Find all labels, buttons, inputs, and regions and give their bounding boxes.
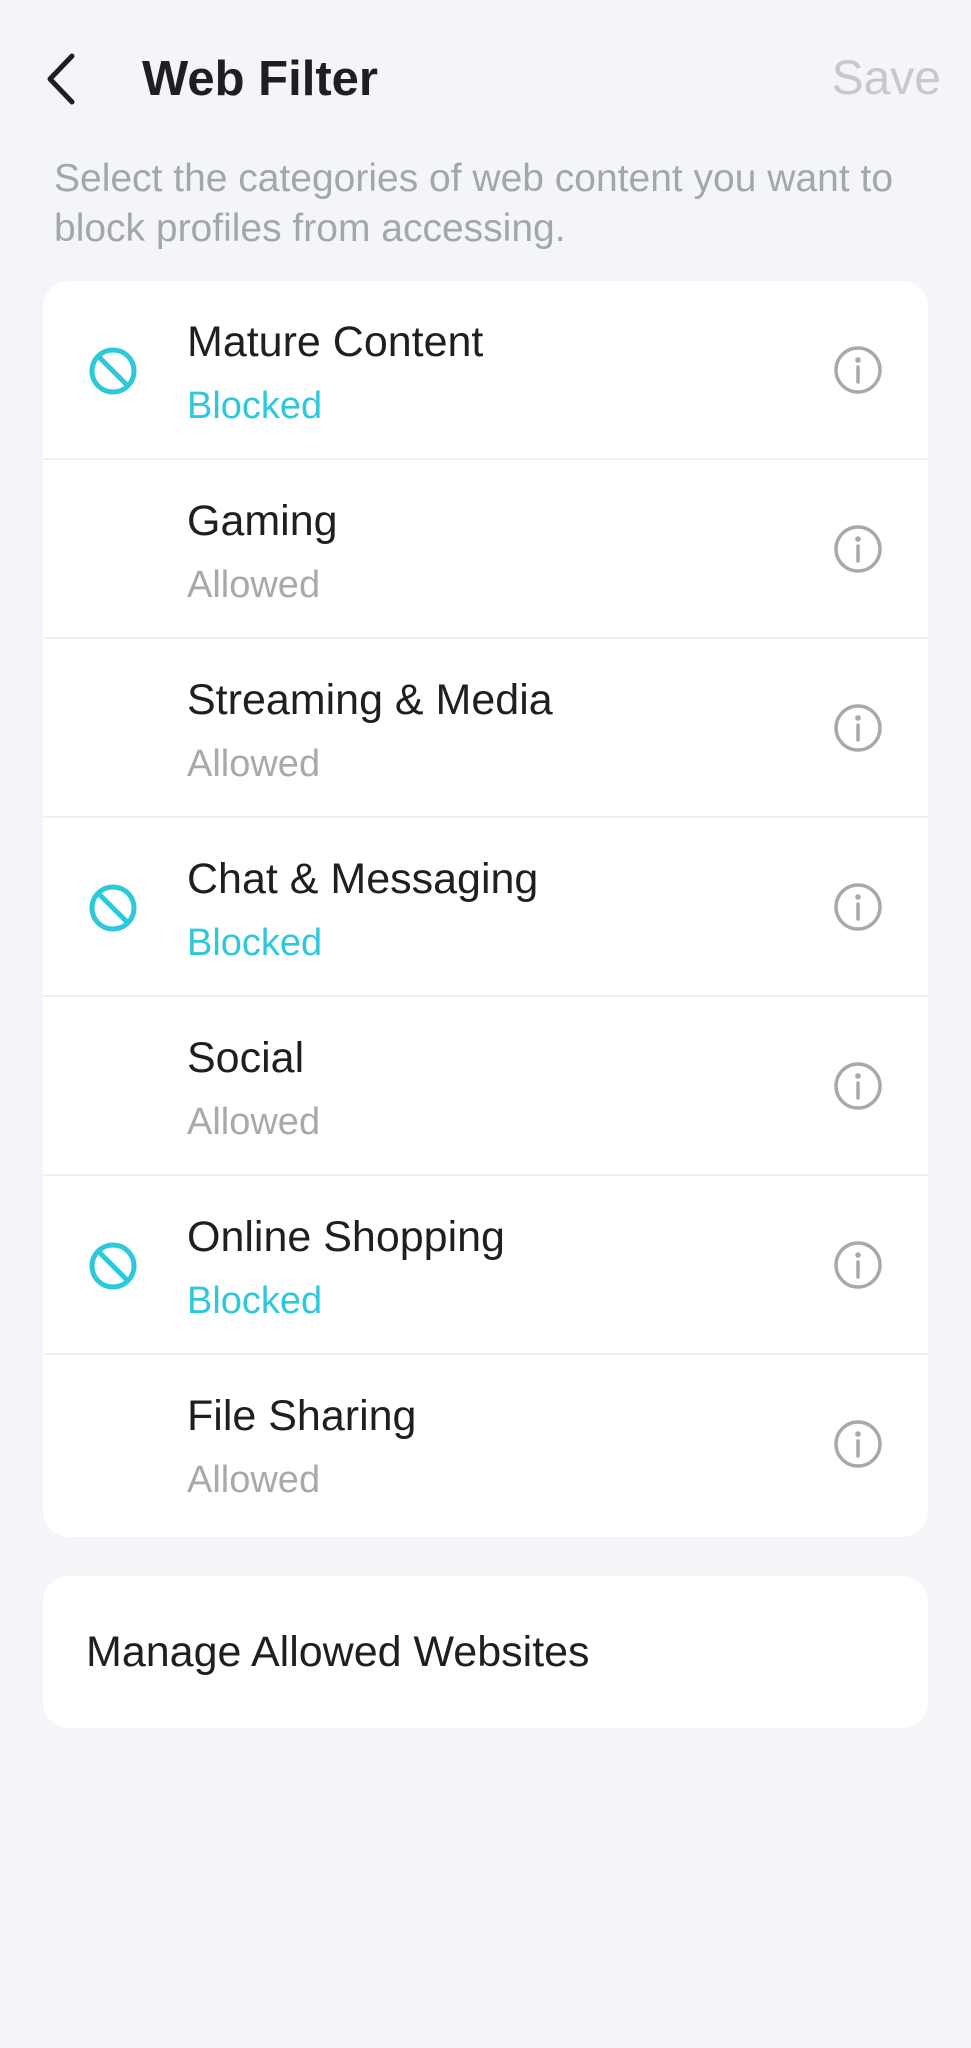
- category-row-social[interactable]: Social Allowed: [43, 997, 928, 1176]
- categories-list: Mature Content Blocked Gaming Allowed St…: [43, 281, 928, 1537]
- info-icon[interactable]: [833, 1240, 883, 1290]
- category-name: Social: [187, 1034, 305, 1082]
- info-icon[interactable]: [833, 882, 883, 932]
- category-status: Allowed: [187, 1459, 321, 1501]
- chevron-left-icon: [47, 53, 75, 105]
- back-button[interactable]: [40, 48, 88, 110]
- save-button[interactable]: Save: [832, 48, 941, 110]
- category-name: Chat & Messaging: [187, 855, 539, 903]
- info-icon[interactable]: [833, 1061, 883, 1111]
- category-row-gaming[interactable]: Gaming Allowed: [43, 460, 928, 639]
- category-name: Online Shopping: [187, 1213, 505, 1261]
- category-name: Mature Content: [187, 318, 484, 366]
- block-icon: [88, 883, 138, 933]
- category-row-file-sharing[interactable]: File Sharing Allowed: [43, 1355, 928, 1534]
- category-status: Allowed: [187, 564, 321, 606]
- category-row-online-shopping[interactable]: Online Shopping Blocked: [43, 1176, 928, 1355]
- page-description: Select the categories of web content you…: [54, 157, 894, 250]
- block-icon: [88, 346, 138, 396]
- info-icon[interactable]: [833, 1419, 883, 1469]
- category-row-streaming-media[interactable]: Streaming & Media Allowed: [43, 639, 928, 818]
- info-icon[interactable]: [833, 703, 883, 753]
- info-icon[interactable]: [833, 345, 883, 395]
- category-name: File Sharing: [187, 1392, 417, 1440]
- category-name: Gaming: [187, 497, 338, 545]
- manage-allowed-websites-label: Manage Allowed Websites: [86, 1628, 590, 1676]
- category-status: Allowed: [187, 1101, 321, 1143]
- info-icon[interactable]: [833, 524, 883, 574]
- category-status: Blocked: [187, 1280, 323, 1322]
- header: Web Filter Save: [0, 0, 971, 150]
- manage-allowed-websites-button[interactable]: Manage Allowed Websites: [43, 1576, 928, 1728]
- category-status: Blocked: [187, 385, 323, 427]
- page-title: Web Filter: [142, 52, 378, 106]
- category-status: Allowed: [187, 743, 321, 785]
- category-name: Streaming & Media: [187, 676, 553, 724]
- category-status: Blocked: [187, 922, 323, 964]
- category-row-chat-messaging[interactable]: Chat & Messaging Blocked: [43, 818, 928, 997]
- block-icon: [88, 1241, 138, 1291]
- category-row-mature-content[interactable]: Mature Content Blocked: [43, 281, 928, 460]
